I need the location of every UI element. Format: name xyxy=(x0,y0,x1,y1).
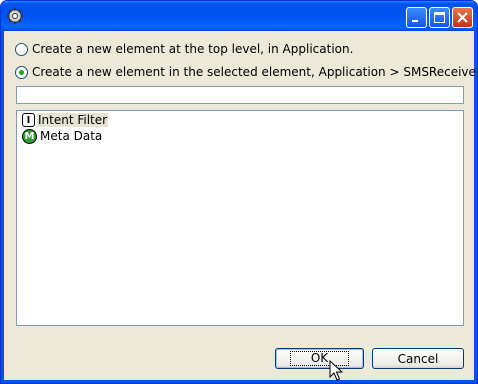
close-icon xyxy=(457,12,468,23)
window-frame-bottom xyxy=(1,380,477,383)
mouse-cursor-icon xyxy=(329,360,343,381)
option-in-selected-element[interactable]: Create a new element in the selected ele… xyxy=(15,64,478,80)
cancel-button-label: Cancel xyxy=(397,351,439,366)
list-item-intent-filter[interactable]: I Intent Filter xyxy=(22,112,109,128)
ok-button[interactable]: OK xyxy=(275,348,364,369)
gear-icon xyxy=(7,8,23,24)
dialog-window: Create a new element at the top level, i… xyxy=(0,0,478,384)
option-top-level[interactable]: Create a new element at the top level, i… xyxy=(15,41,353,57)
window-frame-right xyxy=(474,31,477,383)
list-item-meta-data[interactable]: M Meta Data xyxy=(22,128,103,144)
minimize-icon xyxy=(412,20,418,22)
cancel-button[interactable]: Cancel xyxy=(372,348,464,369)
minimize-button[interactable] xyxy=(406,7,427,28)
top-level-radio[interactable] xyxy=(15,42,28,56)
title-bar[interactable] xyxy=(1,1,477,31)
meta-data-icon: M xyxy=(22,128,37,144)
window-frame-left xyxy=(1,31,4,383)
maximize-icon xyxy=(434,12,445,23)
intent-filter-label: Intent Filter xyxy=(37,113,109,127)
meta-data-label: Meta Data xyxy=(40,129,103,143)
in-selected-label: Create a new element in the selected ele… xyxy=(32,65,478,79)
element-list[interactable]: I Intent Filter M Meta Data xyxy=(16,110,464,326)
maximize-button[interactable] xyxy=(429,7,450,28)
close-button[interactable] xyxy=(452,7,473,28)
filter-input[interactable] xyxy=(16,86,464,104)
intent-filter-icon: I xyxy=(22,113,35,127)
in-selected-radio[interactable] xyxy=(15,65,28,79)
top-level-label: Create a new element at the top level, i… xyxy=(32,42,354,56)
